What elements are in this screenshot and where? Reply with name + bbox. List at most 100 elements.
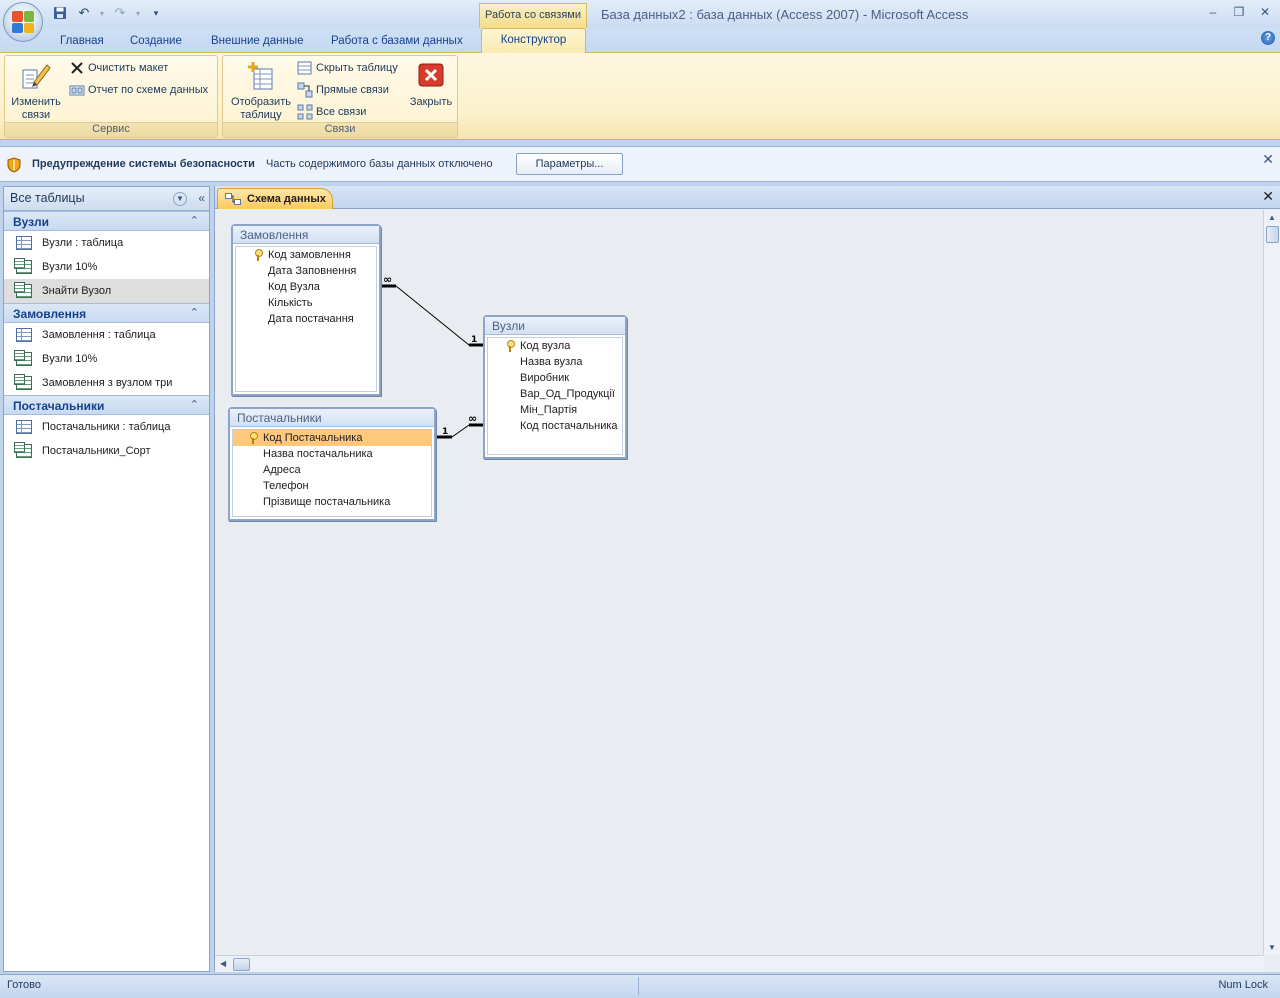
nav-item[interactable]: Вузли : таблица (4, 231, 209, 255)
nav-item[interactable]: Постачальники : таблица (4, 415, 209, 439)
close-red-icon (415, 60, 447, 92)
close-message-bar-icon[interactable]: ✕ (1262, 151, 1274, 168)
nav-group-postachalnyky[interactable]: Постачальники ⌃ (4, 395, 209, 415)
nav-item[interactable]: Вузли 10% (4, 255, 209, 279)
clear-layout-button[interactable]: Очистить макет (69, 58, 168, 78)
field-name: Код вузла (520, 340, 571, 352)
nav-group-title: Замовлення (13, 307, 87, 321)
nav-item-label: Знайти Вузол (42, 285, 112, 297)
edit-relationships-icon (20, 60, 52, 92)
horizontal-scrollbar[interactable]: ◀ (215, 955, 1264, 972)
field-row[interactable]: Дата Заповнення (236, 263, 376, 279)
tab-design[interactable]: Конструктор (481, 28, 586, 53)
document-tab[interactable]: Схема данных (217, 188, 333, 209)
save-icon[interactable] (50, 4, 70, 22)
hide-table-button[interactable]: Скрыть таблицу (297, 58, 398, 78)
field-row[interactable]: Прізвище постачальника (233, 494, 431, 510)
vertical-scrollbar[interactable]: ▲ ▼ (1263, 210, 1280, 955)
nav-item-label: Вузли 10% (42, 261, 98, 273)
security-warning-title: Предупреждение системы безопасности (32, 158, 255, 170)
relationship-line-zamovlennia-vuzly[interactable]: ∞ 1 (381, 273, 484, 347)
undo-icon[interactable]: ↶ (74, 4, 94, 22)
nav-item[interactable]: Постачальники_Сорт (4, 439, 209, 463)
field-row[interactable]: Код постачальника (488, 418, 622, 434)
nav-item[interactable]: Вузли 10% (4, 347, 209, 371)
close-window-icon[interactable]: ✕ (1258, 4, 1272, 20)
scroll-down-icon[interactable]: ▼ (1268, 943, 1276, 952)
field-row-selected[interactable]: Код Постачальника (233, 430, 431, 446)
clear-layout-icon (69, 60, 85, 76)
group-service: Изменить связи Очистить макет Отчет по с… (4, 55, 218, 138)
horizontal-scroll-thumb[interactable] (233, 958, 250, 971)
tab-database-tools[interactable]: Работа с базами данных (331, 32, 463, 52)
collapse-pane-icon[interactable]: « (198, 191, 205, 205)
primary-key-icon (506, 340, 515, 352)
table-box-title[interactable]: Вузли (485, 317, 625, 335)
field-row[interactable]: Назва постачальника (233, 446, 431, 462)
field-name: Код Постачальника (263, 432, 363, 444)
field-row[interactable]: Код вузла (488, 338, 622, 354)
relationship-line-postachalnyky-vuzly[interactable]: 1 ∞ (436, 412, 484, 439)
nav-title: Все таблицы (10, 191, 85, 205)
help-icon[interactable]: ? (1261, 31, 1275, 45)
table-box-postachalnyky[interactable]: Постачальники Код Постачальника Назва по… (228, 407, 436, 521)
nav-item[interactable]: Замовлення з вузлом три (4, 371, 209, 395)
options-button[interactable]: Параметры... (516, 153, 623, 175)
redo-icon[interactable]: ↷ (110, 4, 130, 22)
show-table-icon (245, 60, 277, 92)
table-box-vuzly[interactable]: Вузли Код вузла Назва вузла Виробник Вар… (483, 315, 627, 459)
close-relationships-button[interactable]: Закрыть (405, 60, 457, 109)
field-name: Код постачальника (520, 420, 618, 432)
rel-end-label: ∞ (383, 273, 392, 286)
field-row[interactable]: Код замовлення (236, 247, 376, 263)
undo-dropdown-icon[interactable]: ▾ (98, 4, 106, 22)
rel-end-label: 1 (471, 335, 477, 345)
minimize-icon[interactable]: – (1206, 4, 1220, 20)
chevron-down-icon[interactable]: ▼ (173, 192, 187, 206)
nav-group-zamovlennia[interactable]: Замовлення ⌃ (4, 303, 209, 323)
table-box-title[interactable]: Постачальники (230, 409, 434, 427)
edit-relationships-button[interactable]: Изменить связи (7, 60, 65, 122)
nav-group-title: Вузли (13, 215, 49, 229)
field-row[interactable]: Виробник (488, 370, 622, 386)
relationship-report-button[interactable]: Отчет по схеме данных (69, 80, 208, 100)
restore-icon[interactable]: ❐ (1232, 4, 1246, 20)
document-area: Схема данных ✕ ∞ 1 1 ∞ Замовлення Код за… (214, 186, 1280, 972)
scroll-left-icon[interactable]: ◀ (220, 959, 226, 968)
scroll-up-icon[interactable]: ▲ (1268, 213, 1276, 222)
nav-item[interactable]: Замовлення : таблица (4, 323, 209, 347)
field-row[interactable]: Кількість (236, 295, 376, 311)
field-row[interactable]: Телефон (233, 478, 431, 494)
group-relationships: Отобразить таблицу Скрыть таблицу Прямые… (222, 55, 458, 138)
close-document-icon[interactable]: ✕ (1262, 188, 1274, 205)
clear-layout-label: Очистить макет (88, 62, 169, 74)
table-box-zamovlennia[interactable]: Замовлення Код замовлення Дата Заповненн… (231, 224, 381, 396)
office-button[interactable] (3, 2, 43, 42)
tab-create[interactable]: Создание (130, 32, 182, 52)
customize-qat-icon[interactable]: ▾ (146, 4, 166, 22)
field-row[interactable]: Назва вузла (488, 354, 622, 370)
redo-dropdown-icon[interactable]: ▾ (134, 4, 142, 22)
collapse-group-icon[interactable]: ⌃ (190, 306, 199, 319)
field-row[interactable]: Мін_Партія (488, 402, 622, 418)
field-row[interactable]: Вар_Од_Продукції (488, 386, 622, 402)
show-table-button[interactable]: Отобразить таблицу (226, 60, 296, 122)
nav-group-vuzly[interactable]: Вузли ⌃ (4, 211, 209, 231)
vertical-scroll-thumb[interactable] (1266, 226, 1279, 243)
all-relationships-button[interactable]: Все связи (297, 102, 366, 122)
direct-relationships-button[interactable]: Прямые связи (297, 80, 389, 100)
field-row[interactable]: Адреса (233, 462, 431, 478)
nav-header[interactable]: Все таблицы ▼ « (4, 187, 209, 211)
relationships-icon (225, 193, 241, 205)
collapse-group-icon[interactable]: ⌃ (190, 214, 199, 227)
nav-group-title: Постачальники (13, 399, 105, 413)
table-box-title[interactable]: Замовлення (233, 226, 379, 244)
nav-item-selected[interactable]: Знайти Вузол (4, 279, 209, 303)
collapse-group-icon[interactable]: ⌃ (190, 398, 199, 411)
tab-home[interactable]: Главная (60, 32, 104, 52)
tab-external-data[interactable]: Внешние данные (211, 32, 303, 52)
query-icon (14, 350, 32, 366)
field-row[interactable]: Код Вузла (236, 279, 376, 295)
shield-icon (7, 157, 21, 173)
field-row[interactable]: Дата постачання (236, 311, 376, 327)
